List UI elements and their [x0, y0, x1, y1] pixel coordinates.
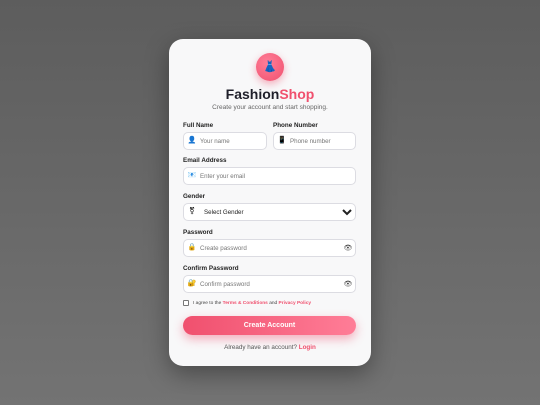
- gender-select[interactable]: ⚧ Select Gender: [183, 203, 356, 221]
- email-placeholder: Enter your email: [200, 172, 246, 180]
- phone-label: Phone Number: [273, 122, 318, 129]
- confirm-password-field[interactable]: 🔐 Confirm password 👁: [183, 275, 356, 293]
- terms-prefix: I agree to the: [193, 300, 222, 306]
- phone-icon: 📱: [277, 137, 287, 144]
- eye-icon[interactable]: 👁: [341, 244, 355, 252]
- eye-icon[interactable]: 👁: [341, 280, 355, 288]
- privacy-link[interactable]: Privacy Policy: [279, 301, 312, 306]
- email-label: Email Address: [183, 157, 227, 164]
- brand-name-accent: Shop: [279, 86, 315, 102]
- confirm-password-label: Confirm Password: [183, 265, 239, 272]
- brand-name: FashionShop: [169, 86, 371, 102]
- terms-checkbox[interactable]: [183, 300, 189, 306]
- brand-logo: 👗: [256, 53, 284, 81]
- password-field[interactable]: 🔒 Create password 👁: [183, 239, 356, 257]
- terms-text: I agree to the Terms & Conditions and Pr…: [193, 301, 311, 306]
- lock-key-icon: 🔐: [187, 280, 197, 287]
- signup-card: 👗 FashionShop Create your account and st…: [169, 39, 371, 366]
- phone-field[interactable]: 📱 Phone number: [273, 132, 356, 150]
- full-name-field[interactable]: 👤 Your name: [183, 132, 267, 150]
- password-placeholder: Create password: [200, 244, 247, 252]
- full-name-label: Full Name: [183, 122, 214, 129]
- full-name-placeholder: Your name: [200, 137, 230, 145]
- gender-label: Gender: [183, 193, 206, 200]
- terms-link[interactable]: Terms & Conditions: [223, 301, 268, 306]
- login-prompt: Already have an account?: [224, 344, 297, 351]
- gender-dropdown[interactable]: Select Gender: [200, 204, 355, 220]
- brand-name-primary: Fashion: [225, 86, 280, 102]
- email-field[interactable]: 📧 Enter your email: [183, 167, 356, 185]
- terms-row: I agree to the Terms & Conditions and Pr…: [183, 300, 311, 306]
- login-row: Already have an account? Login: [169, 344, 371, 351]
- login-link[interactable]: Login: [299, 344, 316, 351]
- create-account-button[interactable]: Create Account: [183, 316, 356, 335]
- user-icon: 👤: [187, 137, 197, 144]
- terms-and: and: [269, 300, 278, 306]
- password-label: Password: [183, 229, 213, 236]
- confirm-password-placeholder: Confirm password: [200, 280, 250, 288]
- dress-icon: 👗: [263, 60, 277, 73]
- tagline: Create your account and start shopping.: [212, 104, 328, 111]
- gender-icon: ⚧: [189, 208, 195, 215]
- lock-icon: 🔒: [187, 244, 197, 251]
- mail-icon: 📧: [187, 172, 197, 179]
- phone-placeholder: Phone number: [290, 137, 331, 145]
